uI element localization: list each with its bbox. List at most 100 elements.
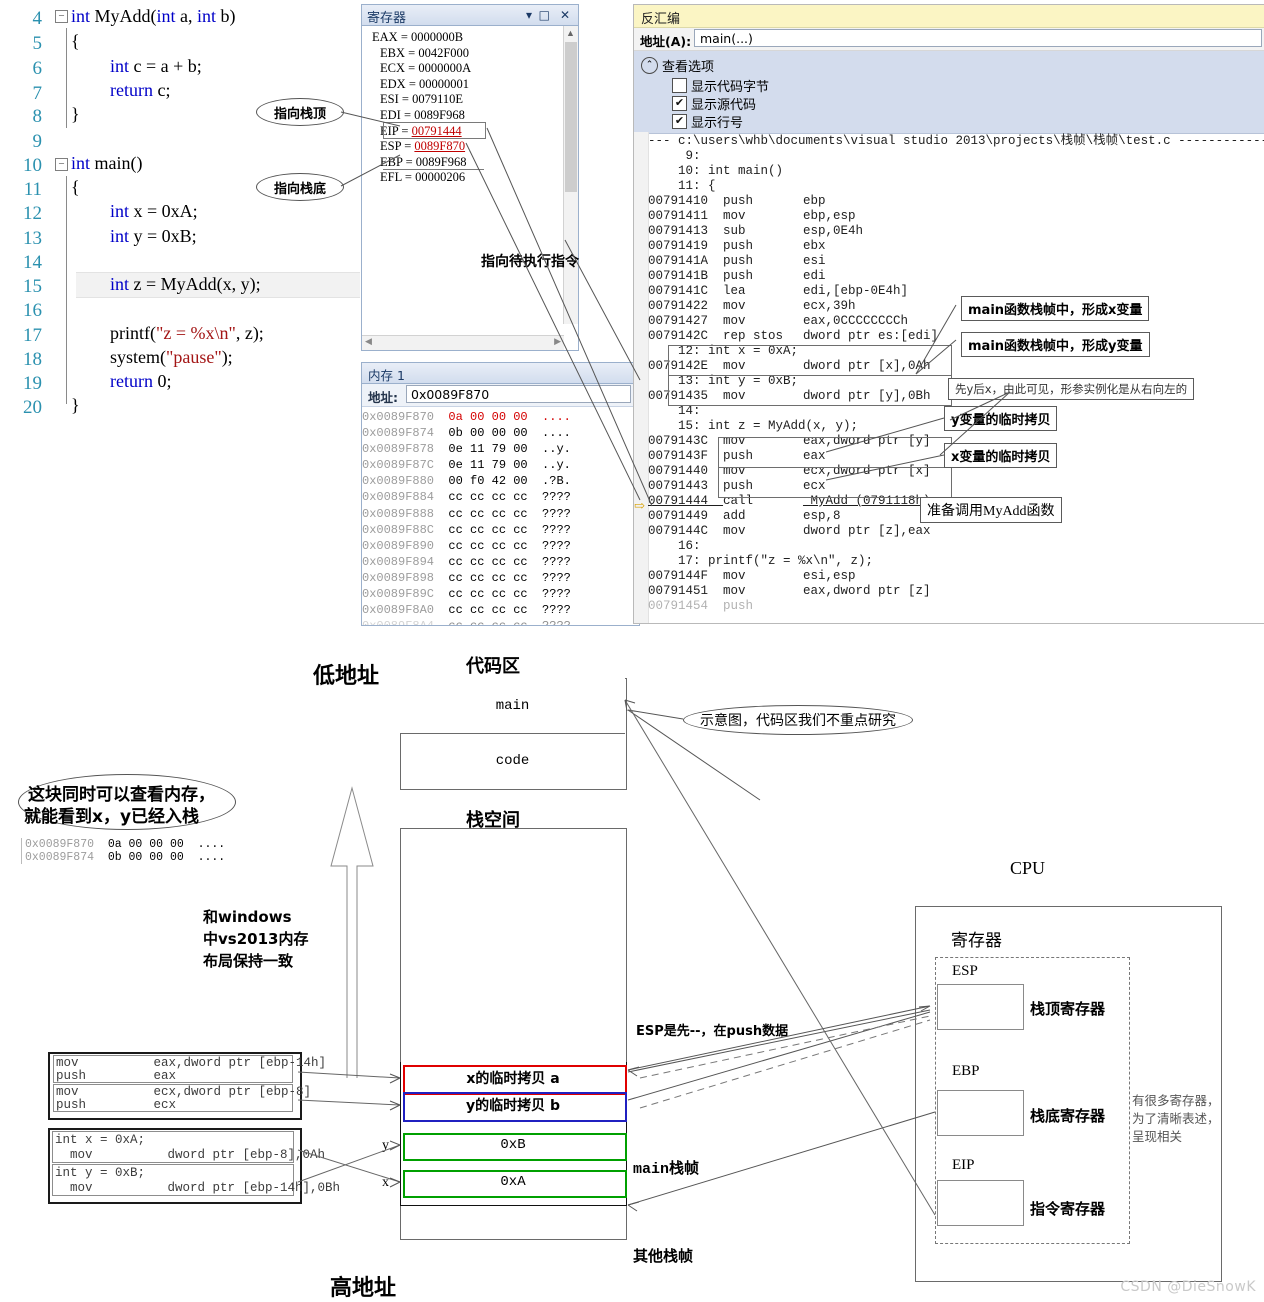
callout-y-variable: main函数栈帧中，形成y变量 <box>961 332 1150 357</box>
scroll-left-icon[interactable]: ◀ <box>365 336 372 347</box>
line-number: 14 <box>23 252 42 273</box>
disassembly-asm-line: 00791422 mov ecx,39h <box>648 299 856 313</box>
code-line-4: int MyAdd(int a, int b) <box>71 6 236 26</box>
code-line-11: { <box>71 177 80 197</box>
scrollbar-thumb[interactable] <box>565 42 577 192</box>
line-number: 11 <box>23 179 42 200</box>
callout-esp-points-to-stack-top: 指向栈顶 <box>256 98 344 126</box>
memory-rows: 0x0089F870 0a 00 00 00 .... 0x0089F874 0… <box>362 407 639 625</box>
registers-window-title: 寄存器 <box>367 11 407 26</box>
note-vs-layout-line2: 中vs2013内存 <box>203 930 309 948</box>
memory-row: 0x0089F88C cc cc cc cc ???? <box>362 522 571 537</box>
box-y-temp-copy <box>718 437 952 468</box>
scroll-right-icon[interactable]: ▶ <box>554 336 561 347</box>
current-instruction-arrow: ⇨ <box>634 498 645 513</box>
memory-address-input[interactable]: 0x0089F870 <box>406 385 631 403</box>
registers-hscrollbar[interactable]: ◀ ▶ <box>362 335 564 350</box>
register-row-ecx: ECX = 0000000A <box>380 61 472 76</box>
disassembly-asm-line: 00791419 push ebx <box>648 239 826 253</box>
asm-push-ecx-rows: mov ecx,dword ptr [ebp-8] push ecx <box>53 1084 311 1112</box>
memory-row: 0x0089F878 0e 11 79 00 ..y. <box>362 442 571 457</box>
disassembly-src-line: 17: printf("z = %x\n", z); <box>648 554 874 568</box>
checkbox-show-linenumbers[interactable]: ✔ <box>672 114 687 129</box>
memory-row: 0x0089F898 cc cc cc cc ???? <box>362 570 571 585</box>
checkbox-show-source[interactable]: ✔ <box>672 96 687 111</box>
eip-highlight-box <box>383 122 486 139</box>
disassembly-address-bar[interactable]: 地址(A): main(...) <box>634 28 1264 51</box>
disassembly-asm-line: 0079142C rep stos dword ptr es:[edi] <box>648 329 939 343</box>
code-line-15: int z = MyAdd(x, y); <box>110 274 261 294</box>
registers-scrollbar[interactable]: ▲ <box>563 26 578 324</box>
code-line-13: int y = 0xB; <box>110 226 197 246</box>
code-line-17: printf("z = %x\n", z); <box>110 323 264 343</box>
label-main-frame: main栈帧 <box>633 1161 700 1178</box>
label-code-area-title: 代码区 <box>466 656 520 677</box>
note-many-registers-line1: 有很多寄存器， <box>1132 1094 1220 1108</box>
fold-toggle-main[interactable]: – <box>55 158 68 171</box>
disassembly-address-input[interactable]: main(...) <box>694 29 1262 47</box>
callout-y-temp-copy: y变量的临时拷贝 <box>944 406 1058 431</box>
code-cell-main: main <box>495 697 530 714</box>
disassembly-window[interactable]: 反汇编 地址(A): main(...) ⌃ 查看选项 显示代码字节 ✔ 显示源… <box>633 4 1264 624</box>
label-low-address: 低地址 <box>313 664 380 689</box>
line-number: 8 <box>32 106 43 127</box>
registers-title-bar[interactable]: 寄存器 ▾ □ ✕ <box>362 5 578 26</box>
callout-prepare-call-myadd: 准备调用MyAdd函数 <box>920 497 1062 523</box>
esp-register-box <box>937 984 1024 1030</box>
close-icon[interactable]: ✕ <box>560 8 570 22</box>
callout-x-temp-copy: x变量的临时拷贝 <box>944 443 1058 468</box>
disassembly-asm-line: 0079141A push esi <box>648 254 826 268</box>
label-ebp: EBP <box>952 1063 980 1079</box>
disassembly-source-path: --- c:\users\whb\documents\visual studio… <box>648 134 1264 148</box>
memory-title-bar[interactable]: 内存 1 <box>362 363 639 384</box>
note-vs-layout-line1: 和windows <box>203 908 292 926</box>
memory-row: 0x0089F8A0 cc cc cc cc ???? <box>362 603 571 618</box>
memory-row: 0x0089F890 cc cc cc cc ???? <box>362 538 571 553</box>
note-many-registers-line2: 为了清晰表述， <box>1132 1112 1220 1126</box>
disassembly-asm-line: 00791451 mov eax,dword ptr [z] <box>648 584 931 598</box>
label-registers-group: 寄存器 <box>951 931 1002 950</box>
chevron-down-icon[interactable]: ▾ <box>526 8 532 22</box>
maximize-icon[interactable]: □ <box>539 8 550 22</box>
label-other-frames: 其他栈帧 <box>633 1247 694 1265</box>
scroll-up-icon[interactable]: ▲ <box>566 28 575 38</box>
chevron-up-icon[interactable]: ⌃ <box>641 57 658 74</box>
line-number: 16 <box>23 300 42 321</box>
fold-toggle-myadd[interactable]: – <box>55 10 68 23</box>
disassembly-src-line: 16: <box>648 539 701 553</box>
memory-window[interactable]: 内存 1 地址: 0x0089F870 0x0089F870 0a 00 00 … <box>361 362 640 626</box>
disassembly-gutter[interactable] <box>634 132 649 623</box>
disassembly-window-title: 反汇编 <box>641 12 681 27</box>
memory-address-bar[interactable]: 地址: 0x0089F870 <box>362 384 639 407</box>
memory-window-title: 内存 1 <box>368 368 405 383</box>
code-line-10: int main() <box>71 153 143 173</box>
registers-window[interactable]: 寄存器 ▾ □ ✕ EAX = 0000000B EBX = 0042F000 … <box>361 4 579 351</box>
code-line-19: return 0; <box>110 371 172 391</box>
asm-push-eax-rows: mov eax,dword ptr [ebp-14h] push eax <box>53 1055 326 1083</box>
ebp-underline <box>383 154 484 170</box>
box-x-assignment <box>668 345 952 376</box>
code-line-5: { <box>71 31 80 51</box>
callout-ebp-points-to-stack-base: 指向栈底 <box>256 173 344 201</box>
line-number: 18 <box>23 349 42 370</box>
view-options-label: 查看选项 <box>662 60 715 75</box>
disassembly-title-bar[interactable]: 反汇编 <box>634 5 1264 28</box>
registers-list: EAX = 0000000B EBX = 0042F000 ECX = 0000… <box>362 26 564 324</box>
code-line-8: } <box>71 104 80 124</box>
checkbox-show-code-bytes[interactable] <box>672 78 687 93</box>
stack-cell-x-copy: x的临时拷贝 a <box>466 1071 560 1087</box>
memory-row: 0x0089F87C 0e 11 79 00 ..y. <box>362 458 571 473</box>
code-cell-code: code <box>495 752 530 769</box>
stack-cell-xval: 0xA <box>500 1174 526 1190</box>
label-eip: EIP <box>952 1157 975 1173</box>
code-line-18: system("pause"); <box>110 347 233 367</box>
disassembly-view-options[interactable]: ⌃ 查看选项 显示代码字节 ✔ 显示源代码 ✔ 显示行号 <box>634 51 1264 134</box>
disassembly-asm-line: 00791413 sub esp,0E4h <box>648 224 864 238</box>
source-code-editor[interactable]: – – 4 5 6 7 8 9 10 11 12 13 14 15 16 17 … <box>0 0 360 425</box>
asm-decl-y-rows: int y = 0xB; mov dword ptr [ebp-14h],0Bh <box>52 1164 340 1196</box>
label-eip-desc: 指令寄存器 <box>1030 1200 1106 1218</box>
label-show-source: 显示源代码 <box>691 98 757 113</box>
memory-address-label: 地址: <box>368 390 398 405</box>
label-cpu: CPU <box>1010 858 1046 878</box>
note-esp-decrement: ESP是先--，在push数据 <box>636 1024 789 1039</box>
